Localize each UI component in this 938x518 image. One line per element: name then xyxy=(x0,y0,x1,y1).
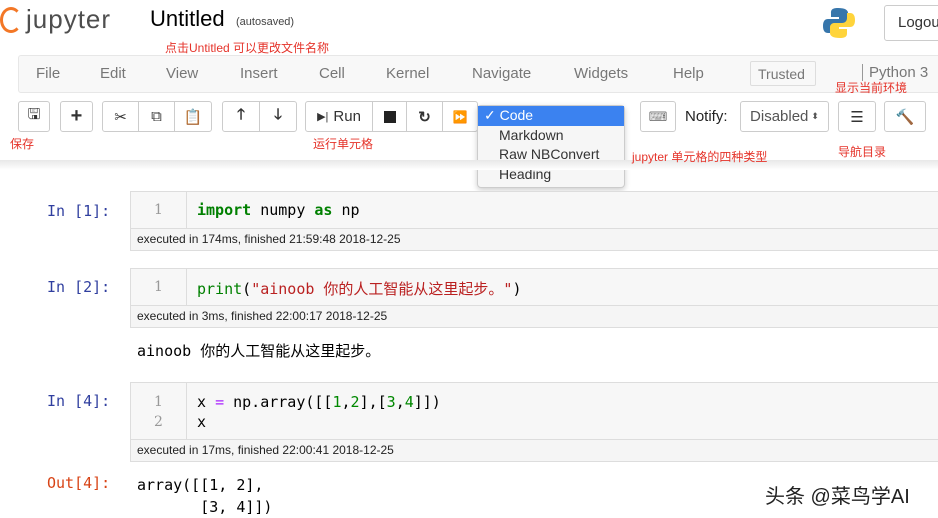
copy-icon: ⧉ xyxy=(151,108,162,125)
autosave-status: (autosaved) xyxy=(236,16,295,28)
annotation-save: 保存 xyxy=(10,137,35,151)
jupyter-logo-icon xyxy=(0,6,22,33)
paste-icon: 📋 xyxy=(183,108,203,126)
fast-forward-icon: ⏩ xyxy=(452,109,468,124)
cell-prompt: In [2]: xyxy=(47,278,111,296)
keyboard-icon: ⌨ xyxy=(648,108,668,124)
out-prompt: Out[4]: xyxy=(47,474,111,492)
save-button[interactable]: 🖫 xyxy=(18,101,50,132)
menu-edit[interactable]: Edit xyxy=(100,65,126,82)
menu-kernel[interactable]: Kernel xyxy=(386,65,429,82)
cut-button[interactable]: ✂ xyxy=(102,101,139,132)
interrupt-button[interactable] xyxy=(372,101,407,132)
notify-label: Notify: xyxy=(685,108,728,125)
stop-icon xyxy=(383,110,396,123)
menu-view[interactable]: View xyxy=(166,65,198,82)
cell-type-dropdown[interactable]: ✓ Code Markdown Raw NBConvert Heading xyxy=(477,105,625,188)
code-cell-input[interactable]: 1 print("ainoob 你的人工智能从这里起步。") xyxy=(130,268,938,306)
annotation-cell-types: jupyter 单元格的四种类型 xyxy=(632,150,768,164)
trusted-indicator[interactable]: Trusted xyxy=(750,61,816,86)
cell-type-option-code[interactable]: ✓ Code xyxy=(478,106,624,126)
code-cell-input[interactable]: 1 import numpy as np xyxy=(130,191,938,229)
menu-navigate[interactable]: Navigate xyxy=(472,65,531,82)
python-logo-icon xyxy=(823,8,855,38)
cell-prompt: In [4]: xyxy=(47,392,111,410)
execution-time: executed in 17ms, finished 22:00:41 2018… xyxy=(130,440,938,462)
annotation-rename: 点击Untitled 可以更改文件名称 xyxy=(165,41,330,55)
execution-time: executed in 174ms, finished 21:59:48 201… xyxy=(130,229,938,251)
arrow-up-icon: 🡑 xyxy=(237,106,245,123)
floppy-icon: 🖫 xyxy=(27,106,41,123)
annotation-run: 运行单元格 xyxy=(313,137,374,151)
cell-type-option-markdown[interactable]: Markdown xyxy=(478,126,624,146)
watermark: 头条 @菜鸟学AI xyxy=(765,486,910,508)
restart-run-all-button[interactable]: ⏩ xyxy=(442,101,478,132)
plus-icon: + xyxy=(70,105,83,127)
menu-cell[interactable]: Cell xyxy=(319,65,345,82)
line-numbers: 1 xyxy=(131,192,187,228)
wrench-icon: 🔨 xyxy=(895,108,915,126)
restart-button[interactable]: ↻ xyxy=(406,101,443,132)
wrench-button[interactable]: 🔨 xyxy=(884,101,926,132)
arrow-down-icon: 🡓 xyxy=(274,106,282,123)
scissors-icon: ✂ xyxy=(114,108,127,126)
code-cell-input[interactable]: 12 x = np.array([[1,2],[3,4]]) x xyxy=(130,382,938,440)
execution-time: executed in 3ms, finished 22:00:17 2018-… xyxy=(130,306,938,328)
annotation-toc: 导航目录 xyxy=(838,145,887,159)
notify-select[interactable]: Disabled ⬍ xyxy=(740,101,829,132)
cell-output: array([[1, 2], [3, 4]]) xyxy=(137,476,273,516)
jupyter-logo[interactable]: jupyter xyxy=(0,4,111,35)
refresh-icon: ↻ xyxy=(418,108,431,126)
list-icon: ☰ xyxy=(850,108,864,126)
line-numbers: 1 xyxy=(131,269,187,305)
code-lines: x = np.array([[1,2],[3,4]]) x xyxy=(197,393,441,431)
menu-file[interactable]: File xyxy=(36,65,60,82)
notebook-title[interactable]: Untitled xyxy=(150,6,225,32)
annotation-kernel-env: 显示当前环境 xyxy=(835,81,908,95)
toolbar-divider xyxy=(0,160,938,170)
code-line: import numpy as np xyxy=(197,201,360,219)
move-down-button[interactable]: 🡓 xyxy=(259,101,297,132)
logout-button[interactable]: Logout xyxy=(884,5,938,41)
move-up-button[interactable]: 🡑 xyxy=(222,101,260,132)
command-palette-button[interactable]: ⌨ xyxy=(640,101,676,132)
line-numbers: 12 xyxy=(131,383,187,439)
cell-stdout: ainoob 你的人工智能从这里起步。 xyxy=(137,342,381,360)
cell-prompt: In [1]: xyxy=(47,202,111,220)
updown-icon: ⬍ xyxy=(811,111,819,121)
step-forward-icon: ▶| xyxy=(317,111,329,123)
menu-widgets[interactable]: Widgets xyxy=(574,65,628,82)
insert-cell-button[interactable]: + xyxy=(60,101,93,132)
toc-button[interactable]: ☰ xyxy=(838,101,876,132)
copy-button[interactable]: ⧉ xyxy=(138,101,175,132)
menu-insert[interactable]: Insert xyxy=(240,65,278,82)
menu-help[interactable]: Help xyxy=(673,65,704,82)
code-line: print("ainoob 你的人工智能从这里起步。") xyxy=(197,280,522,298)
run-button[interactable]: ▶| Run xyxy=(305,101,373,132)
paste-button[interactable]: 📋 xyxy=(174,101,212,132)
